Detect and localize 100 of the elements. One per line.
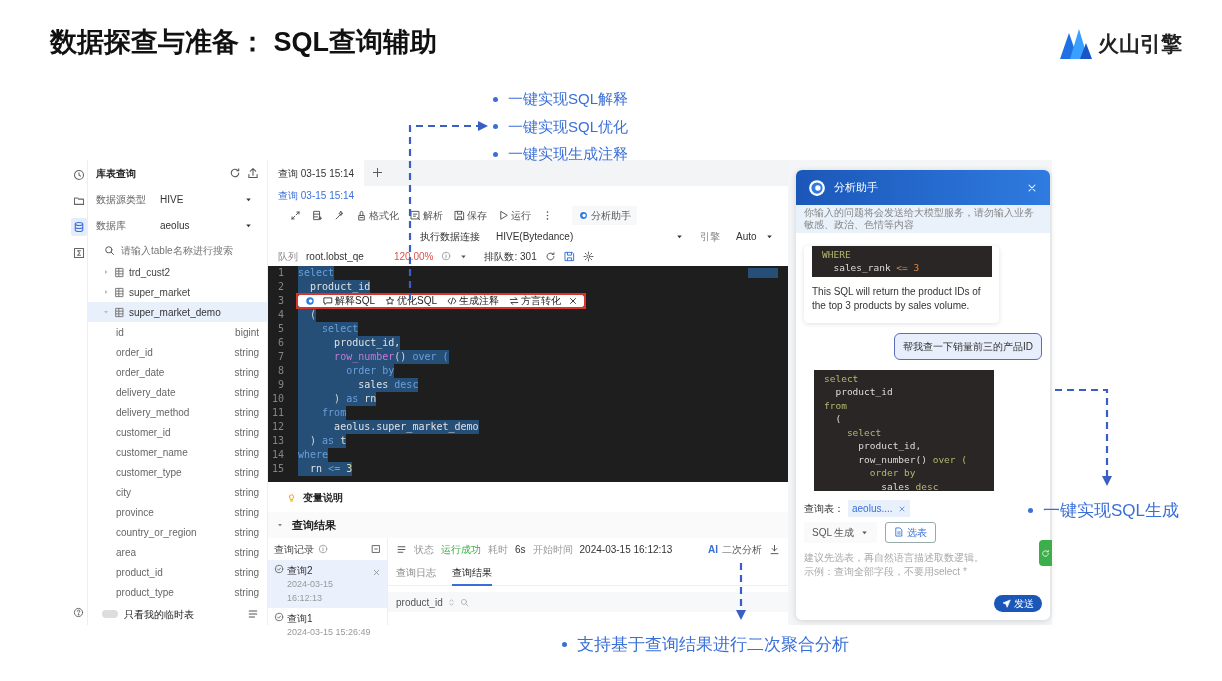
tree-item[interactable]: trd_cust2 (88, 262, 267, 282)
column-type: string (234, 545, 259, 560)
search-icon (104, 244, 115, 256)
panel-title: 查询记录 (274, 542, 314, 557)
download-icon[interactable] (769, 543, 780, 555)
line-number: 6 (276, 336, 285, 350)
queue-value: root.lobst_qe (306, 249, 365, 264)
menu-icon[interactable] (396, 543, 407, 555)
editor-tab[interactable]: 查询 03-15 15:14 (268, 160, 365, 186)
callout-text: 一键实现生成注释 (508, 144, 628, 164)
callout-text: 一键实现SQL解释 (508, 89, 628, 109)
column-name: order_id (116, 345, 153, 360)
callout-text: 一键实现SQL优化 (508, 116, 628, 137)
result-tab[interactable]: 查询结果 (452, 559, 492, 586)
column-name: delivery_method (116, 405, 190, 420)
line-number: 3 (276, 294, 285, 308)
database-icon[interactable] (72, 221, 85, 233)
ai-action-button[interactable]: 方言转化 (506, 295, 565, 307)
notice-text: 你输入的问题将会发送给大模型服务，请勿输入业务敏感、政治、色情等内容 (796, 205, 1050, 233)
table-icon (114, 306, 125, 318)
collapse-icon[interactable] (371, 544, 381, 554)
column-name: product_type (116, 585, 174, 600)
field-label: 查询表： (804, 501, 844, 516)
ai-analysis-button[interactable]: AI 二次分析 (708, 541, 762, 557)
search-field[interactable]: 请输入table名称进行搜索 (121, 242, 259, 258)
code-block: WHERE sales_rank <= 3 (812, 245, 992, 277)
assistant-logo-icon (808, 178, 826, 197)
usage-value: 120.00% (394, 249, 434, 264)
settings-icon[interactable] (582, 250, 594, 262)
bullet-dot (493, 124, 498, 130)
column-type: bigint (235, 325, 259, 340)
toolbar-button[interactable]: 解析 (410, 207, 443, 223)
expand-icon[interactable] (290, 209, 301, 221)
info-icon (441, 251, 452, 261)
check-circle-icon (274, 564, 284, 574)
ai-action-button[interactable]: 解释SQL (320, 295, 378, 307)
tree-item[interactable]: super_market_demo (88, 302, 267, 322)
toolbar-button[interactable]: 格式化 (356, 207, 399, 223)
column-name: id (116, 325, 124, 340)
line-number: 2 (276, 280, 285, 294)
toolbar-button[interactable]: 运行 (498, 207, 531, 223)
wand-icon[interactable] (334, 209, 345, 221)
toggle-switch[interactable] (102, 610, 118, 618)
section-title: 查询结果 (292, 517, 336, 533)
line-number: 14 (270, 448, 285, 462)
result-tab[interactable]: 查询日志 (396, 559, 436, 586)
history-icon[interactable] (72, 169, 85, 181)
column-type: string (234, 565, 259, 580)
code-block: select product_id from ( select product_id, row_number() over ( order by sales desc (814, 369, 994, 491)
line-number: 10 (270, 392, 285, 406)
save-icon[interactable] (563, 250, 575, 262)
tree-item[interactable]: super_market (88, 282, 267, 302)
table-add-icon[interactable] (312, 209, 323, 221)
ai-action-button[interactable]: 生成注释 (444, 295, 503, 307)
close-icon[interactable] (568, 296, 579, 306)
refresh-icon[interactable] (229, 167, 241, 179)
column-type: string (234, 365, 259, 380)
logo-text: 火山引擎 (1098, 31, 1182, 57)
upload-icon[interactable] (247, 167, 259, 179)
column-name: customer_name (116, 445, 188, 460)
assistant-button[interactable]: 分析助手 (572, 205, 637, 225)
history-item[interactable]: 查询1 2024-03-15 15:26:49 (268, 608, 387, 643)
column-name: customer_id (116, 425, 171, 440)
field-label: 执行数据连接 (420, 229, 480, 244)
field-value: 2024-03-15 16:12:13 (579, 542, 673, 557)
refresh-icon[interactable] (544, 250, 556, 262)
field-label: 状态 (414, 542, 434, 557)
breadcrumb-link[interactable]: 查询 03-15 15:14 (278, 187, 355, 203)
format-icon (356, 209, 367, 221)
mode-dropdown[interactable]: SQL 生成 (804, 521, 878, 543)
send-button[interactable]: 发送 (994, 595, 1042, 612)
column-header: product_id (396, 595, 443, 610)
bulb-icon (286, 491, 297, 503)
placeholder-text: 建议先选表，再自然语言描述取数逻辑。 (804, 551, 985, 565)
play-icon (498, 209, 509, 221)
logo-icon (1060, 28, 1092, 59)
line-number: 13 (270, 434, 285, 448)
field-label: 引擎 (700, 229, 720, 244)
field-label: 耗时 (488, 542, 508, 557)
line-number: 7 (276, 350, 285, 364)
column-name: delivery_date (116, 385, 176, 400)
save-icon (454, 209, 465, 221)
column-type: string (234, 385, 259, 400)
line-number: 4 (276, 308, 285, 322)
caret-icon[interactable] (276, 521, 284, 529)
column-type: string (234, 425, 259, 440)
formula-icon[interactable] (72, 247, 85, 259)
bullet-dot (1028, 508, 1033, 514)
toolbar-button[interactable]: 保存 (454, 207, 487, 223)
help-icon[interactable] (73, 606, 84, 618)
add-icon[interactable] (372, 167, 384, 178)
folder-icon[interactable] (72, 195, 85, 207)
message-text: This SQL will return the product IDs of the top 3 products by sales volume. (812, 284, 982, 313)
code-icon (447, 296, 458, 306)
check-circle-icon (274, 612, 284, 622)
parse-icon (410, 209, 421, 221)
history-item[interactable]: 查询2 2024-03-15 16:12:13 (268, 560, 387, 608)
pick-table-button[interactable]: 选表 (885, 521, 937, 543)
table-chip[interactable]: aeolus.... (848, 499, 910, 517)
field-label: 数据源类型 (96, 192, 147, 207)
